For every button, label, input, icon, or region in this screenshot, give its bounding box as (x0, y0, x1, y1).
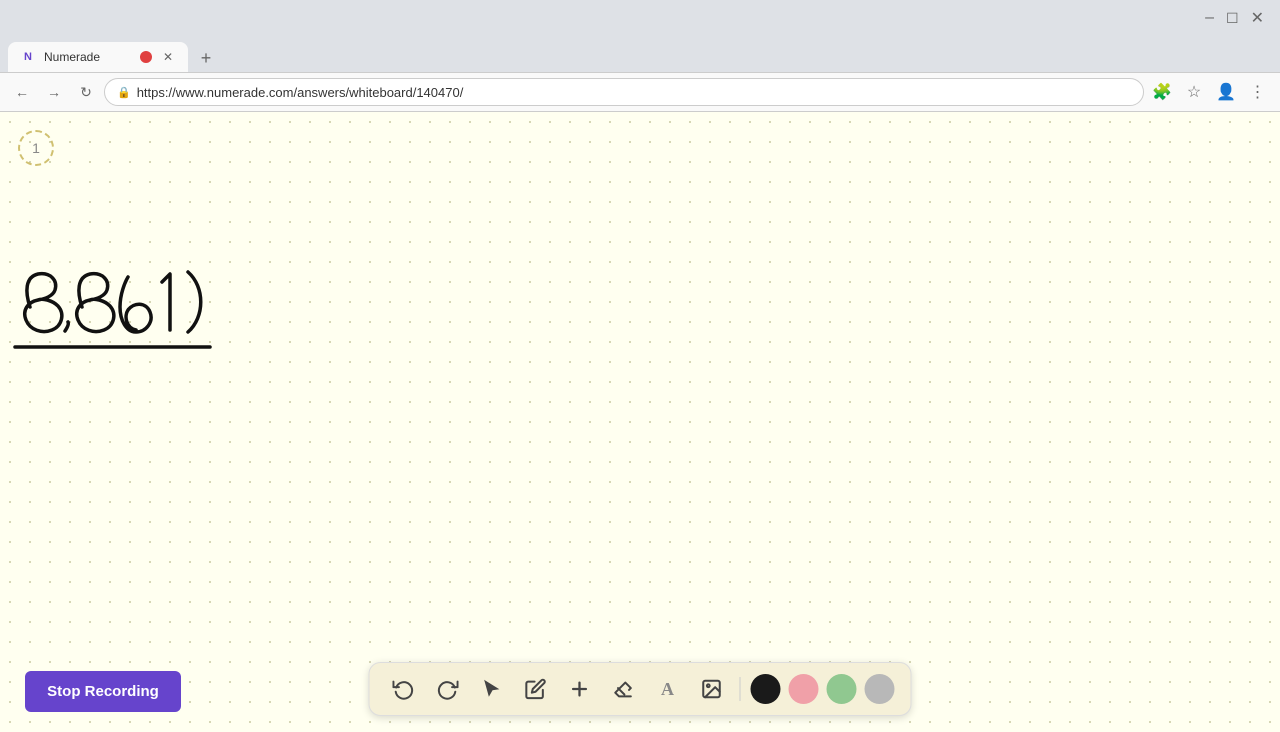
recording-indicator (140, 51, 152, 63)
new-tab-button[interactable]: + (192, 44, 220, 72)
tab-bar: N Numerade ✕ + (0, 36, 1280, 72)
stop-recording-button[interactable]: Stop Recording (25, 671, 181, 712)
add-button[interactable] (562, 671, 598, 707)
pen-button[interactable] (518, 671, 554, 707)
minimize-button[interactable]: – (1205, 9, 1214, 27)
extensions-button[interactable]: 🧩 (1148, 78, 1176, 106)
forward-button[interactable]: → (40, 78, 68, 106)
page-number: 1 (32, 140, 40, 156)
title-bar: – ☐ ✕ (0, 0, 1280, 36)
tab-favicon: N (20, 49, 36, 65)
maximize-button[interactable]: ☐ (1226, 10, 1239, 27)
image-button[interactable] (694, 671, 730, 707)
eraser-button[interactable] (606, 671, 642, 707)
active-tab[interactable]: N Numerade ✕ (8, 42, 188, 72)
redo-button[interactable] (430, 671, 466, 707)
select-button[interactable] (474, 671, 510, 707)
text-button[interactable]: A (650, 671, 686, 707)
toolbar-right: 🧩 ☆ 👤 ⋮ (1148, 78, 1272, 106)
color-black[interactable] (751, 674, 781, 704)
refresh-button[interactable]: ↻ (72, 78, 100, 106)
close-button[interactable]: ✕ (1251, 8, 1264, 28)
url-text: https://www.numerade.com/answers/whitebo… (137, 85, 1131, 100)
undo-button[interactable] (386, 671, 422, 707)
math-drawing (10, 252, 230, 372)
color-pink[interactable] (789, 674, 819, 704)
bottom-toolbar: A (369, 662, 912, 716)
bottom-toolbar-container: A (369, 662, 912, 716)
color-gray[interactable] (865, 674, 895, 704)
profile-button[interactable]: 👤 (1212, 78, 1240, 106)
bookmark-button[interactable]: ☆ (1180, 78, 1208, 106)
page-indicator: 1 (18, 130, 54, 166)
menu-button[interactable]: ⋮ (1244, 78, 1272, 106)
navigation-toolbar: ← → ↻ 🔒 https://www.numerade.com/answers… (0, 72, 1280, 112)
browser-chrome: – ☐ ✕ N Numerade ✕ + ← → ↻ 🔒 https://www… (0, 0, 1280, 112)
color-green[interactable] (827, 674, 857, 704)
toolbar-divider (740, 677, 741, 701)
back-button[interactable]: ← (8, 78, 36, 106)
address-bar[interactable]: 🔒 https://www.numerade.com/answers/white… (104, 78, 1144, 106)
tab-title: Numerade (44, 50, 132, 64)
lock-icon: 🔒 (117, 86, 131, 99)
tab-close-button[interactable]: ✕ (160, 49, 176, 65)
whiteboard-page: 1 (0, 112, 1280, 732)
